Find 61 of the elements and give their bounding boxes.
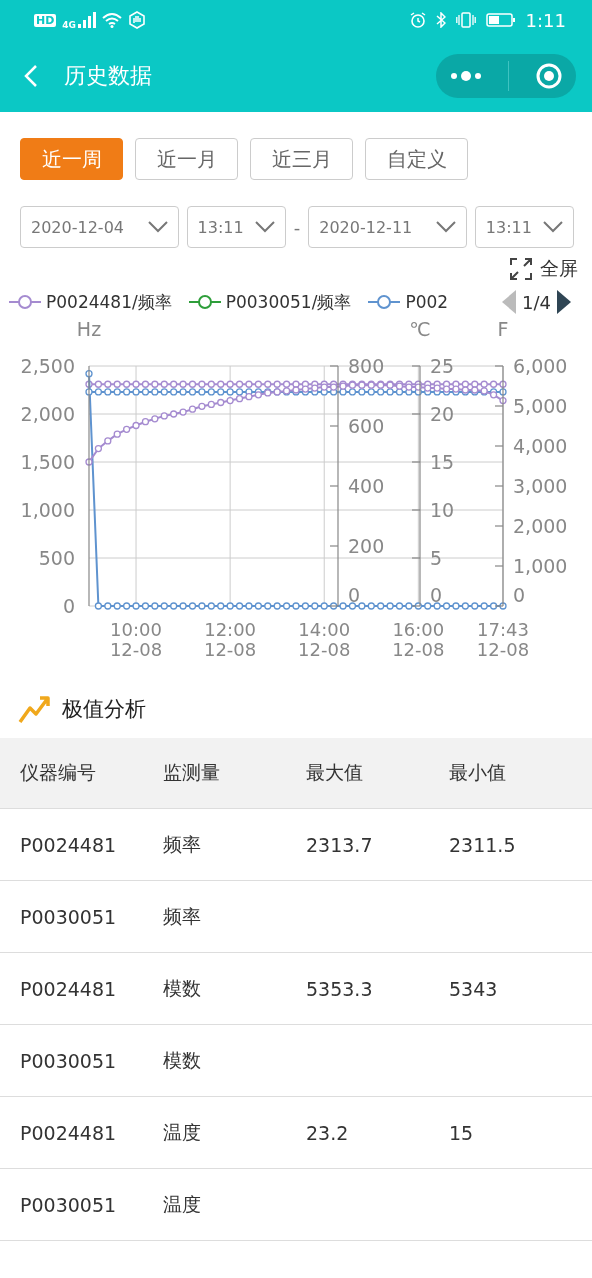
- section-title: 极值分析: [62, 696, 146, 723]
- axis-tick-label: 1,500: [20, 451, 75, 473]
- table-cell: P0024481: [20, 1121, 117, 1144]
- column-header: 最小值: [449, 760, 507, 785]
- column-header: 仪器编号: [20, 760, 97, 785]
- network-type-label: 4G: [62, 20, 76, 30]
- table-cell: P0030051: [20, 1049, 117, 1072]
- axis-tick-label: 5: [430, 547, 443, 569]
- axis-tick-label: 2,500: [20, 355, 75, 377]
- table-cell: 5343: [449, 977, 498, 1000]
- axis-tick-label: 0: [430, 584, 443, 606]
- axis-tick-label: 800: [348, 355, 385, 377]
- axis-tick-label: 200: [348, 535, 385, 557]
- legend-page-indicator: 1/4: [522, 291, 551, 313]
- column-header: 最大值: [306, 760, 364, 785]
- table-cell: P0024481: [20, 833, 117, 856]
- table-cell: 2311.5: [449, 833, 516, 856]
- axis-tick-label: 5,000: [513, 395, 568, 417]
- table-cell: 模数: [163, 976, 201, 999]
- axis-tick-label: 10: [430, 499, 455, 521]
- axis-tick-label: 25: [430, 355, 455, 377]
- axis-tick-label: 4,000: [513, 435, 568, 457]
- axis-tick-label: 10:00 12-08: [109, 619, 163, 660]
- axis-title: Hz: [76, 318, 102, 340]
- column-header: 监测量: [163, 760, 221, 785]
- table-cell: 15: [449, 1121, 474, 1144]
- axis-tick-label: 400: [348, 475, 385, 497]
- axis-tick-label: 0: [348, 584, 361, 606]
- table-cell: 5353.3: [306, 977, 373, 1000]
- table-cell: 温度: [163, 1120, 201, 1143]
- table-cell: P0024481: [20, 977, 117, 1000]
- table-cell: 温度: [163, 1192, 201, 1215]
- axis-tick-label: 15: [430, 451, 455, 473]
- table-cell: 频率: [163, 832, 201, 855]
- axis-tick-label: 16:00 12-08: [392, 619, 445, 660]
- clock-time: 1:11: [525, 9, 566, 31]
- axis-tick-label: 1,000: [513, 555, 568, 577]
- table-cell: 频率: [163, 904, 201, 927]
- page-title: 历史数据: [64, 62, 153, 90]
- axis-tick-label: 0: [513, 584, 526, 606]
- axis-tick-label: 14:00 12-08: [298, 619, 351, 660]
- hd-badge: HD: [34, 13, 57, 27]
- axis-tick-label: 600: [348, 415, 385, 437]
- range-separator: -: [293, 216, 301, 238]
- axis-tick-label: 17:43 12-08: [476, 619, 530, 660]
- axis-tick-label: 2,000: [513, 515, 568, 537]
- table-cell: P0030051: [20, 1193, 117, 1216]
- axis-tick-label: 2,000: [20, 403, 75, 425]
- axis-tick-label: 0: [62, 595, 75, 617]
- axis-tick-label: 1,000: [20, 499, 75, 521]
- table-cell: 23.2: [306, 1121, 349, 1144]
- axis-tick-label: 6,000: [513, 355, 568, 377]
- table-cell: P0030051: [20, 905, 117, 928]
- table-cell: 2313.7: [306, 833, 373, 856]
- axis-tick-label: 12:00 12-08: [204, 619, 257, 660]
- axis-tick-label: 3,000: [513, 475, 568, 497]
- axis-title: ℃: [409, 318, 431, 340]
- axis-tick-label: 500: [38, 547, 75, 569]
- table-cell: 模数: [163, 1048, 201, 1071]
- axis-tick-label: 20: [430, 403, 455, 425]
- axis-title: F: [497, 318, 509, 340]
